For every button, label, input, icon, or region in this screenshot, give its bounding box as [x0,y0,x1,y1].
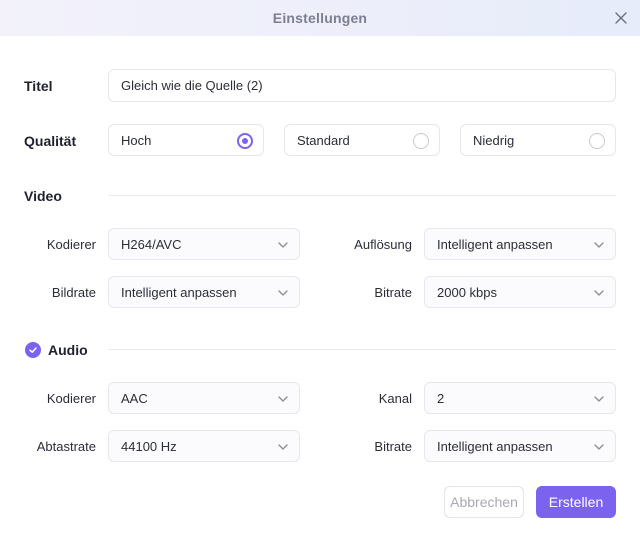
video-bitrate-label: Bitrate [374,285,412,300]
video-bildrate-label: Bildrate [51,285,96,300]
audio-kodierer-select[interactable]: AAC [108,382,300,414]
chevron-down-icon [278,242,288,248]
titel-label: Titel [24,78,53,94]
audio-divider [108,349,616,350]
quality-option-label: Standard [297,132,350,148]
select-value: Intelligent anpassen [121,284,237,300]
quality-option-hoch[interactable]: Hoch [108,124,264,156]
video-section-label: Video [24,188,62,204]
audio-kanal-select[interactable]: 2 [424,382,616,414]
quality-option-label: Hoch [121,132,152,148]
title-bar: Einstellungen [0,0,640,36]
select-value: 2000 kbps [437,284,497,300]
chevron-down-icon [594,444,604,450]
chevron-down-icon [278,290,288,296]
radio-checked-icon[interactable] [237,133,253,149]
quality-option-standard[interactable]: Standard [284,124,440,156]
chevron-down-icon [594,242,604,248]
select-value: 2 [437,390,445,406]
create-button[interactable]: Erstellen [536,486,616,518]
audio-abtastrate-select[interactable]: 44100 Hz [108,430,300,462]
audio-bitrate-label: Bitrate [374,439,412,454]
audio-kodierer-label: Kodierer [46,391,96,406]
video-kodierer-select[interactable]: H264/AVC [108,228,300,260]
select-value: 44100 Hz [121,438,177,454]
audio-kanal-label: Kanal [378,391,412,406]
titel-input[interactable]: Gleich wie die Quelle (2) [108,69,616,102]
video-divider [108,195,616,196]
quality-option-label: Niedrig [473,132,515,148]
audio-bitrate-select[interactable]: Intelligent anpassen [424,430,616,462]
chevron-down-icon [594,290,604,296]
audio-abtastrate-label: Abtastrate [36,439,96,454]
select-value: H264/AVC [121,236,182,252]
video-kodierer-label: Kodierer [46,237,96,252]
cancel-button[interactable]: Abbrechen [444,486,524,518]
video-aufloesung-label: Auflösung [354,237,412,252]
audio-section-label: Audio [48,342,88,358]
audio-checkbox-icon[interactable] [25,342,41,358]
chevron-down-icon [278,396,288,402]
qualitaet-label: Qualität [24,133,77,149]
select-value: AAC [121,390,148,406]
chevron-down-icon [594,396,604,402]
titel-value: Gleich wie die Quelle (2) [121,78,263,93]
quality-option-niedrig[interactable]: Niedrig [460,124,616,156]
radio-unchecked-icon[interactable] [589,133,605,149]
select-value: Intelligent anpassen [437,236,553,252]
video-aufloesung-select[interactable]: Intelligent anpassen [424,228,616,260]
select-value: Intelligent anpassen [437,438,553,454]
window-title: Einstellungen [272,10,368,26]
video-bildrate-select[interactable]: Intelligent anpassen [108,276,300,308]
radio-unchecked-icon[interactable] [413,133,429,149]
close-icon[interactable] [612,9,630,27]
chevron-down-icon [278,444,288,450]
video-bitrate-select[interactable]: 2000 kbps [424,276,616,308]
